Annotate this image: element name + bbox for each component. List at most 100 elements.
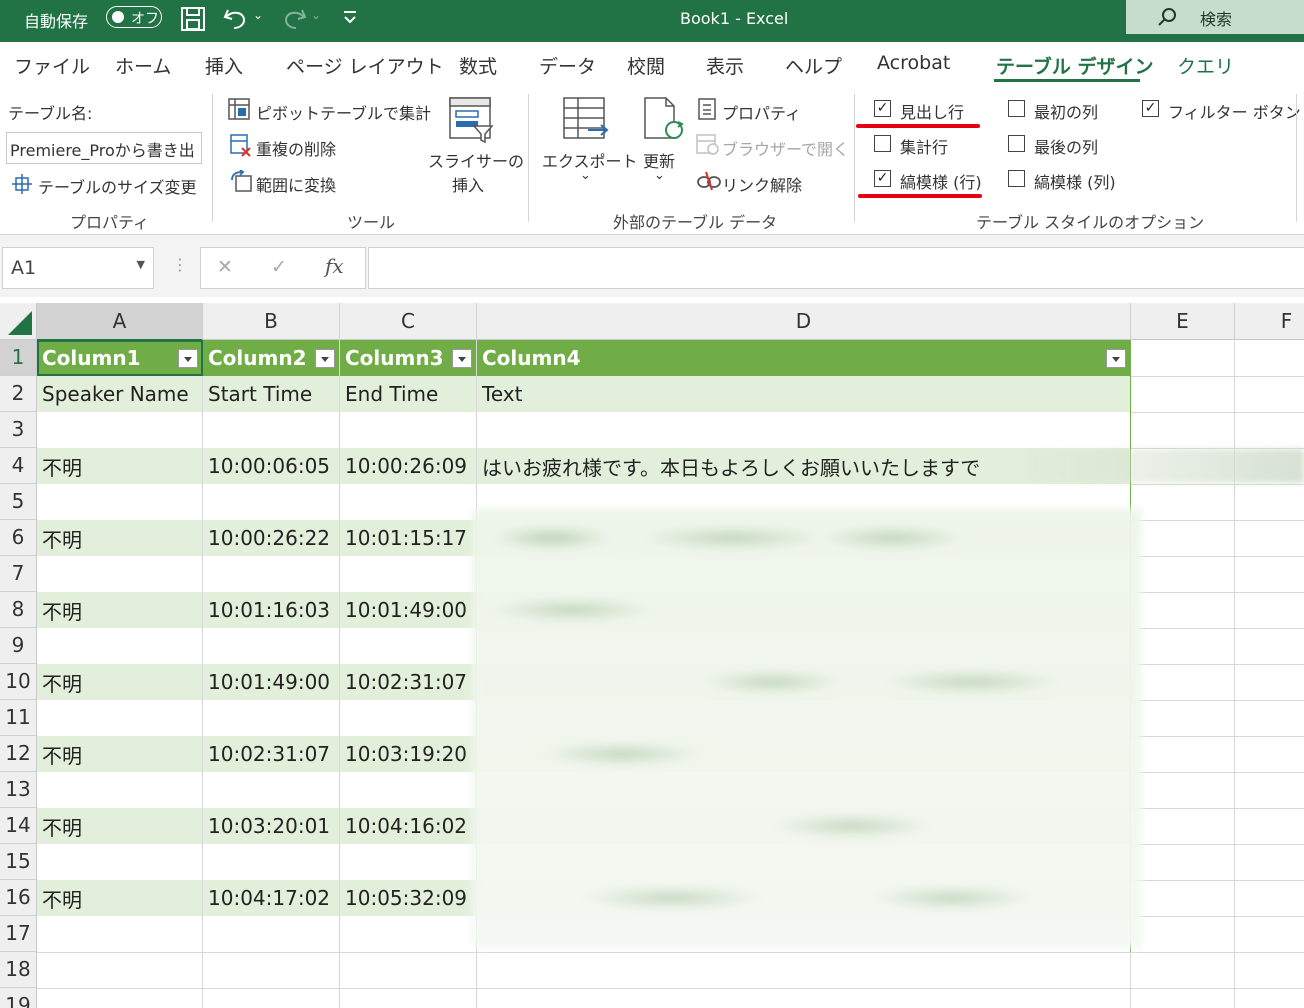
cell-b6[interactable]: 10:00:26:22 (203, 520, 340, 556)
tab-acrobat[interactable]: Acrobat (877, 52, 950, 74)
save-icon[interactable] (180, 6, 206, 32)
export-icon[interactable] (562, 96, 610, 142)
cell-e5[interactable] (1131, 484, 1235, 520)
more-options-icon[interactable]: ⋮ (172, 255, 188, 274)
tab-formulas[interactable]: 数式 (459, 52, 497, 79)
cell-c12[interactable]: 10:03:19:20 (340, 736, 477, 772)
redo-icon[interactable] (280, 6, 308, 30)
column-header-b[interactable]: B (203, 303, 340, 340)
cell-f8[interactable] (1235, 592, 1304, 628)
cell-c7[interactable] (340, 556, 477, 592)
column-header-c[interactable]: C (340, 303, 477, 340)
filter-button-checkbox[interactable]: ✓ (1142, 100, 1159, 117)
cell-d1[interactable]: Column4 (477, 340, 1131, 376)
cell-a5[interactable] (37, 484, 203, 520)
name-box-dropdown-icon[interactable]: ▼ (137, 258, 145, 271)
cell-f3[interactable] (1235, 412, 1304, 448)
cell-a17[interactable] (37, 916, 203, 952)
external-properties-button[interactable]: プロパティ (722, 100, 801, 124)
cell-c13[interactable] (340, 772, 477, 808)
cell-e3[interactable] (1131, 412, 1235, 448)
formula-input[interactable] (368, 247, 1304, 289)
tab-data[interactable]: データ (539, 52, 596, 79)
cell-a15[interactable] (37, 844, 203, 880)
name-box[interactable]: A1 ▼ (2, 247, 154, 289)
cell-a2[interactable]: Speaker Name (37, 376, 203, 412)
cell-f2[interactable] (1235, 376, 1304, 412)
cell-c5[interactable] (340, 484, 477, 520)
undo-icon[interactable] (222, 6, 250, 30)
tab-table-design[interactable]: テーブル デザイン (996, 52, 1153, 79)
cell-e13[interactable] (1131, 772, 1235, 808)
row-header-10[interactable]: 10 (0, 664, 37, 700)
cell-c15[interactable] (340, 844, 477, 880)
filter-dropdown-button[interactable] (452, 349, 472, 368)
banded-columns-checkbox[interactable] (1008, 170, 1025, 187)
row-header-18[interactable]: 18 (0, 952, 37, 988)
cell-f10[interactable] (1235, 664, 1304, 700)
column-header-d[interactable]: D (477, 303, 1131, 340)
resize-table-button[interactable]: テーブルのサイズ変更 (38, 174, 197, 198)
cell-c16[interactable]: 10:05:32:09 (340, 880, 477, 916)
total-row-checkbox[interactable] (874, 135, 891, 152)
cell-e19[interactable] (1131, 988, 1235, 1008)
cell-c3[interactable] (340, 412, 477, 448)
insert-slicer-label-1[interactable]: スライサーの (428, 148, 524, 172)
cell-c18[interactable] (340, 952, 477, 988)
cell-a8[interactable]: 不明 (37, 592, 203, 628)
cell-d19[interactable] (477, 988, 1131, 1008)
cell-e16[interactable] (1131, 880, 1235, 916)
open-in-browser-button[interactable]: ブラウザーで開く (722, 136, 849, 160)
row-header-2[interactable]: 2 (0, 376, 37, 412)
cell-a18[interactable] (37, 952, 203, 988)
cell-a7[interactable] (37, 556, 203, 592)
cell-b4[interactable]: 10:00:06:05 (203, 448, 340, 484)
cell-d2[interactable]: Text (477, 376, 1131, 412)
column-header-f[interactable]: F (1235, 303, 1304, 340)
row-header-5[interactable]: 5 (0, 484, 37, 520)
cell-a6[interactable]: 不明 (37, 520, 203, 556)
cell-c11[interactable] (340, 700, 477, 736)
cell-f7[interactable] (1235, 556, 1304, 592)
cell-b17[interactable] (203, 916, 340, 952)
cell-f11[interactable] (1235, 700, 1304, 736)
cell-b14[interactable]: 10:03:20:01 (203, 808, 340, 844)
redo-dropdown-icon[interactable]: ⌄ (311, 8, 321, 22)
cell-c8[interactable]: 10:01:49:00 (340, 592, 477, 628)
cell-e14[interactable] (1131, 808, 1235, 844)
refresh-dropdown-icon[interactable]: ⌄ (654, 168, 665, 183)
cell-f18[interactable] (1235, 952, 1304, 988)
cell-f19[interactable] (1235, 988, 1304, 1008)
cell-b1[interactable]: Column2 (203, 340, 340, 376)
cell-c17[interactable] (340, 916, 477, 952)
cell-b11[interactable] (203, 700, 340, 736)
cell-b15[interactable] (203, 844, 340, 880)
cell-f12[interactable] (1235, 736, 1304, 772)
tab-insert[interactable]: 挿入 (205, 52, 243, 79)
row-header-4[interactable]: 4 (0, 448, 37, 484)
cell-c19[interactable] (340, 988, 477, 1008)
cell-f1[interactable] (1235, 340, 1304, 376)
cell-a16[interactable]: 不明 (37, 880, 203, 916)
cell-c4[interactable]: 10:00:26:09 (340, 448, 477, 484)
cell-b18[interactable] (203, 952, 340, 988)
cell-f14[interactable] (1235, 808, 1304, 844)
header-row-checkbox[interactable]: ✓ (874, 100, 891, 117)
cell-a9[interactable] (37, 628, 203, 664)
filter-dropdown-button[interactable] (315, 349, 335, 368)
cell-b19[interactable] (203, 988, 340, 1008)
cell-a12[interactable]: 不明 (37, 736, 203, 772)
row-header-16[interactable]: 16 (0, 880, 37, 916)
cell-e10[interactable] (1131, 664, 1235, 700)
row-header-19[interactable]: 19 (0, 988, 37, 1008)
cell-a11[interactable] (37, 700, 203, 736)
cell-f13[interactable] (1235, 772, 1304, 808)
row-header-3[interactable]: 3 (0, 412, 37, 448)
cell-e17[interactable] (1131, 916, 1235, 952)
last-column-checkbox[interactable] (1008, 135, 1025, 152)
cell-e9[interactable] (1131, 628, 1235, 664)
cell-b2[interactable]: Start Time (203, 376, 340, 412)
tab-view[interactable]: 表示 (706, 52, 744, 79)
pivot-summarize-button[interactable]: ピボットテーブルで集計 (256, 100, 431, 124)
customize-qat-icon[interactable] (340, 8, 360, 26)
